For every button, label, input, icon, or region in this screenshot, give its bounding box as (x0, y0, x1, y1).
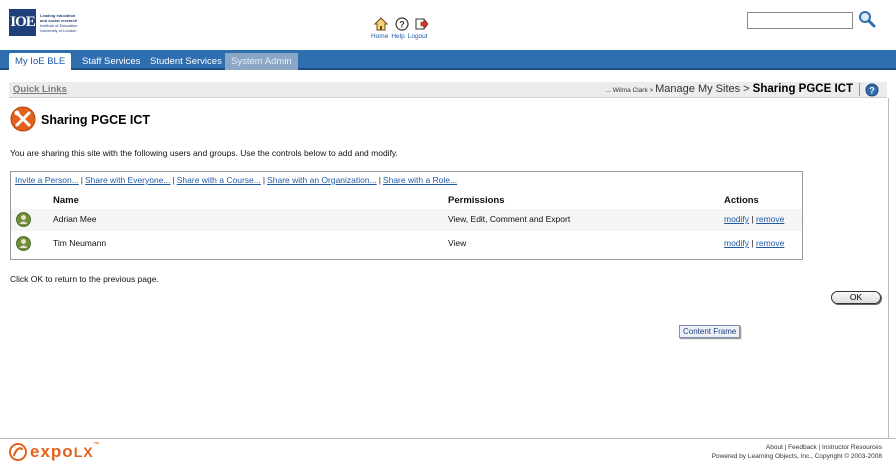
ioe-logo-text: Leading education and social research In… (40, 13, 100, 33)
breadcrumb-separator: > (740, 83, 753, 95)
breadcrumb: ... Wilma Clark > Manage My Sites > Shar… (605, 83, 853, 95)
intro-text: You are sharing this site with the follo… (10, 148, 398, 158)
footer-info: About | Feedback | Instructor Resources … (712, 443, 882, 461)
modify-link[interactable]: modify (724, 214, 749, 224)
lx-word: LX (73, 444, 94, 460)
top-navigation: ? Home Help Logout (371, 17, 433, 43)
tab-system-admin[interactable]: System Admin (225, 53, 298, 70)
ok-button[interactable]: OK (831, 291, 881, 304)
ioe-logo[interactable]: IOE Leading education and social researc… (9, 9, 114, 36)
page-help-icon[interactable]: ? (865, 83, 879, 97)
breadcrumb-manage-my-sites[interactable]: Manage My Sites (655, 83, 740, 95)
row-actions: modify | remove (724, 238, 784, 248)
footer: expoLX™ About | Feedback | Instructor Re… (0, 438, 896, 462)
home-link[interactable]: Home (371, 33, 388, 40)
main-tab-bar: My IoE BLE Staff Services Student Servic… (0, 50, 896, 70)
logo-line-4: University of London (40, 27, 77, 33)
logout-link[interactable]: Logout (408, 33, 428, 40)
breadcrumb-divider (859, 83, 860, 96)
expolx-wordmark: expoLX™ (30, 442, 101, 462)
tab-student-services[interactable]: Student Services (144, 53, 228, 70)
breadcrumb-user[interactable]: ... Wilma Clark (605, 87, 647, 94)
modify-link[interactable]: modify (724, 238, 749, 248)
column-header-permissions: Permissions (448, 195, 505, 206)
quicklinks-bar: Quick Links ... Wilma Clark > Manage My … (9, 82, 887, 98)
home-icon[interactable] (374, 17, 388, 31)
svg-text:?: ? (399, 20, 405, 30)
remove-link[interactable]: remove (756, 214, 784, 224)
tab-staff-services[interactable]: Staff Services (76, 53, 146, 70)
share-role-link[interactable]: Share with a Role... (383, 175, 457, 185)
share-separator: | (172, 175, 175, 185)
share-organization-link[interactable]: Share with an Organization... (267, 175, 377, 185)
action-separator: | (751, 214, 754, 224)
share-separator: | (80, 175, 84, 185)
breadcrumb-current: Sharing PGCE ICT (752, 83, 853, 95)
share-separator: | (262, 175, 266, 185)
share-separator: | (378, 175, 381, 185)
expolx-logo[interactable]: expoLX™ (9, 442, 101, 462)
expo-word: expo (30, 442, 74, 461)
logout-icon[interactable] (415, 17, 429, 31)
help-icon[interactable]: ? (395, 17, 409, 31)
search-input[interactable] (747, 12, 853, 29)
user-avatar-icon (16, 236, 31, 251)
footer-links[interactable]: About | Feedback | Instructor Resources (712, 443, 882, 452)
return-note: Click OK to return to the previous page. (10, 274, 159, 284)
user-avatar-icon (16, 212, 31, 227)
table-row: Adrian Mee View, Edit, Comment and Expor… (11, 209, 802, 231)
table-row: Tim Neumann View modify | remove (11, 233, 802, 255)
user-name: Tim Neumann (53, 238, 107, 248)
tab-my-ioe-ble[interactable]: My IoE BLE (9, 53, 72, 70)
column-header-name: Name (53, 195, 79, 206)
expolx-logo-icon (9, 443, 27, 461)
user-permissions: View, Edit, Comment and Export (448, 214, 571, 224)
sharing-panel: Invite a Person... | Share with Everyone..… (10, 171, 803, 260)
svg-text:?: ? (869, 86, 875, 96)
footer-copyright: Powered by Learning Objects, Inc., Copyr… (711, 453, 882, 460)
user-permissions: View (448, 238, 467, 248)
row-actions: modify | remove (724, 214, 784, 224)
column-header-actions: Actions (724, 195, 759, 206)
user-name: Adrian Mee (53, 214, 97, 224)
remove-link[interactable]: remove (756, 238, 784, 248)
share-actions: Invite a Person... | Share with Everyone..… (15, 175, 457, 185)
search-icon[interactable] (858, 10, 876, 28)
content-frame-tooltip: Content Frame (679, 325, 741, 338)
share-course-link[interactable]: Share with a Course... (177, 175, 261, 185)
trademark: ™ (93, 442, 101, 448)
help-link[interactable]: Help (391, 33, 404, 40)
invite-person-link[interactable]: Invite a Person... (15, 175, 79, 185)
header: IOE Leading education and social researc… (0, 0, 896, 48)
quick-links-link[interactable]: Quick Links (13, 84, 67, 95)
page-title: Sharing PGCE ICT (41, 113, 151, 127)
sharing-tools-icon (10, 106, 36, 132)
share-everyone-link[interactable]: Share with Everyone... (85, 175, 171, 185)
action-separator: | (751, 238, 754, 248)
ioe-logo-mark: IOE (9, 9, 36, 36)
